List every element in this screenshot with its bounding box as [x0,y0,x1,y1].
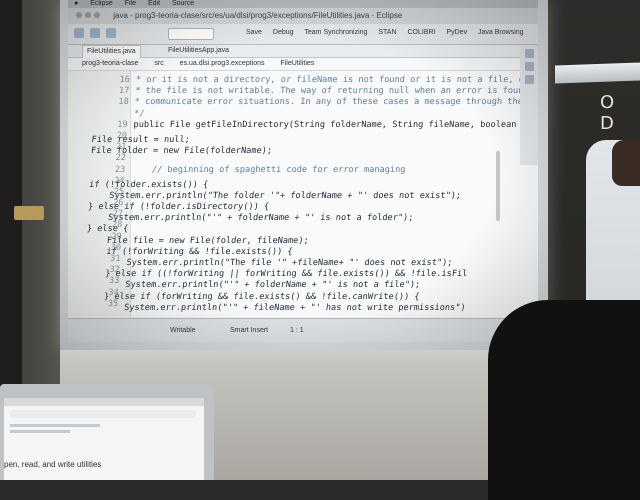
quick-access-input[interactable] [168,28,214,40]
code-text: public File getFileInDirectory(String fo… [133,119,538,130]
code-line[interactable]: 34 } else if (forWriting && file.exists(… [68,288,533,302]
code-line[interactable]: 24 if (!folder.exists()) { [68,176,538,190]
projected-eclipse-window: ● Eclipse File Edit Source java - prog3-… [68,0,538,342]
code-line[interactable]: 20 File result = null; [71,131,538,145]
laptop-caption: pen, read, and write utilities [4,460,102,469]
line-number: 18 [118,97,129,108]
code-line[interactable]: 16 * or it is not a directory, or fileNam… [74,75,538,86]
menu-edit[interactable]: Edit [148,0,160,7]
code-text: * communicate error situations. In any o… [134,97,534,108]
code-line[interactable]: 32 } else if ((!forWriting || forWriting… [68,265,534,279]
window-title: java - prog3-teoria-clase/src/es/ua/dlsi… [113,11,403,20]
code-line[interactable]: 27 System.err.println("'" + folderName +… [68,209,537,223]
tab-fileutilities[interactable]: FileUtilities.java [82,45,141,58]
status-insert-mode: Smart Insert [230,327,269,334]
menu-eclipse[interactable]: Eclipse [90,0,113,7]
line-number: 17 [118,86,130,97]
breadcrumb-src[interactable]: src [154,60,163,67]
code-line[interactable]: 21 File folder = new File(folderName); [70,142,538,156]
laptop-browser-bar [4,398,204,406]
perspective-stan[interactable]: STAN [378,29,396,36]
apple-icon: ● [74,0,79,7]
code-text: System.err.println("'" + fileName + "' h… [68,302,467,313]
code-lines: 16 * or it is not a directory, or fileNam… [68,75,538,313]
perspective-colibri[interactable]: COLIBRI [407,29,435,36]
code-line[interactable]: 23 // beginning of spaghetti code for er… [69,165,538,176]
perspective-java-browsing[interactable]: Java Browsing [478,29,524,36]
code-text: * the file is not writable. The way of r… [135,86,529,97]
status-bar: Writable Smart Insert 1 : 1 [68,318,538,342]
menu-file[interactable]: File [125,0,136,7]
code-line[interactable]: 19 public File getFileInDirectory(String … [71,120,538,131]
line-number: 23 [114,164,126,175]
debug-run-icon[interactable] [105,28,116,38]
breadcrumb: prog3-teoria-clase src es.ua.dlsi.prog3.… [68,58,538,71]
mac-menubar: ● Eclipse File Edit Source [68,0,538,8]
code-editor[interactable]: 16 * or it is not a directory, or fileNam… [68,71,538,317]
minimize-window-icon[interactable] [85,12,91,18]
window-titlebar: java - prog3-teoria-clase/src/es/ua/dlsi… [68,8,538,25]
code-line[interactable]: 18 * communicate error situations. In any… [72,97,538,108]
code-line[interactable]: 22 [69,153,538,164]
editor-tabs: FileUtilities.java FileUtilitiesApp.java [68,45,538,58]
editor-scrollbar[interactable] [496,151,500,221]
right-sidebar [520,45,538,165]
status-cursor-position: 1 : 1 [290,327,304,334]
whiteboard-text: O D [600,92,619,134]
new-file-icon[interactable] [74,28,84,38]
code-line[interactable]: */ [72,109,538,120]
tab-fileutilitiesapp[interactable]: FileUtilitiesApp.java [164,47,233,54]
zoom-window-icon[interactable] [94,12,100,18]
wall-switch [14,206,44,220]
task-list-icon[interactable] [524,62,534,71]
ceiling-light [555,62,640,84]
perspective-team[interactable]: Team Synchronizing [304,29,367,36]
breadcrumb-package[interactable]: es.ua.dlsi.prog3.exceptions [180,60,265,67]
outline-icon[interactable] [524,49,534,58]
main-toolbar: Save Debug Team Synchronizing STAN COLIB… [68,24,538,45]
laptop-url-bar[interactable] [10,410,196,418]
code-line[interactable]: 26 } else if (!folder.isDirectory()) { [68,198,538,212]
perspective-save[interactable]: Save [246,29,262,36]
window-controls[interactable] [76,8,103,24]
perspective-pydev[interactable]: PyDev [446,29,467,36]
run-icon[interactable] [89,28,100,38]
code-text: * or it is not a directory, or fileName … [135,75,530,85]
line-number: 16 [119,75,131,85]
code-line[interactable]: 29 File file = new File(folder, fileName… [68,232,536,246]
code-line[interactable]: 17 * the file is not writable. The way of… [73,86,538,97]
presenter-head [612,140,640,186]
line-number: 19 [116,119,128,130]
status-writable: Writable [170,327,196,334]
code-line[interactable]: 33 System.err.println("'" + folderName +… [68,276,534,290]
laptop-text-line [10,424,100,427]
menu-source[interactable]: Source [172,0,194,7]
laptop-text-line [10,430,70,433]
code-line[interactable]: 30 if (!forWriting && !file.exists()) { [68,243,535,257]
code-text: // beginning of spaghetti code for error… [130,164,406,175]
code-line[interactable]: 28 } else { [68,220,537,234]
laptop-screen: pen, read, and write utilities [4,398,204,480]
line-number: 22 [115,153,127,164]
breadcrumb-project[interactable]: prog3-teoria-clase [82,60,138,67]
code-line[interactable]: 31 System.err.println("The file '" +file… [68,254,535,268]
close-window-icon[interactable] [76,12,82,18]
code-line[interactable]: 35 System.err.println("'" + fileName + "… [68,299,532,313]
perspective-debug[interactable]: Debug [273,29,294,36]
code-text: */ [133,108,145,119]
code-line[interactable]: 25 System.err.println("The folder '"+ fo… [68,187,538,201]
perspective-bar: Save Debug Team Synchronizing STAN COLIB… [246,29,533,36]
problems-icon[interactable] [524,75,534,84]
toolbar-icons [74,28,120,38]
foreground-person [488,300,640,500]
breadcrumb-class[interactable]: FileUtilities [280,60,314,67]
